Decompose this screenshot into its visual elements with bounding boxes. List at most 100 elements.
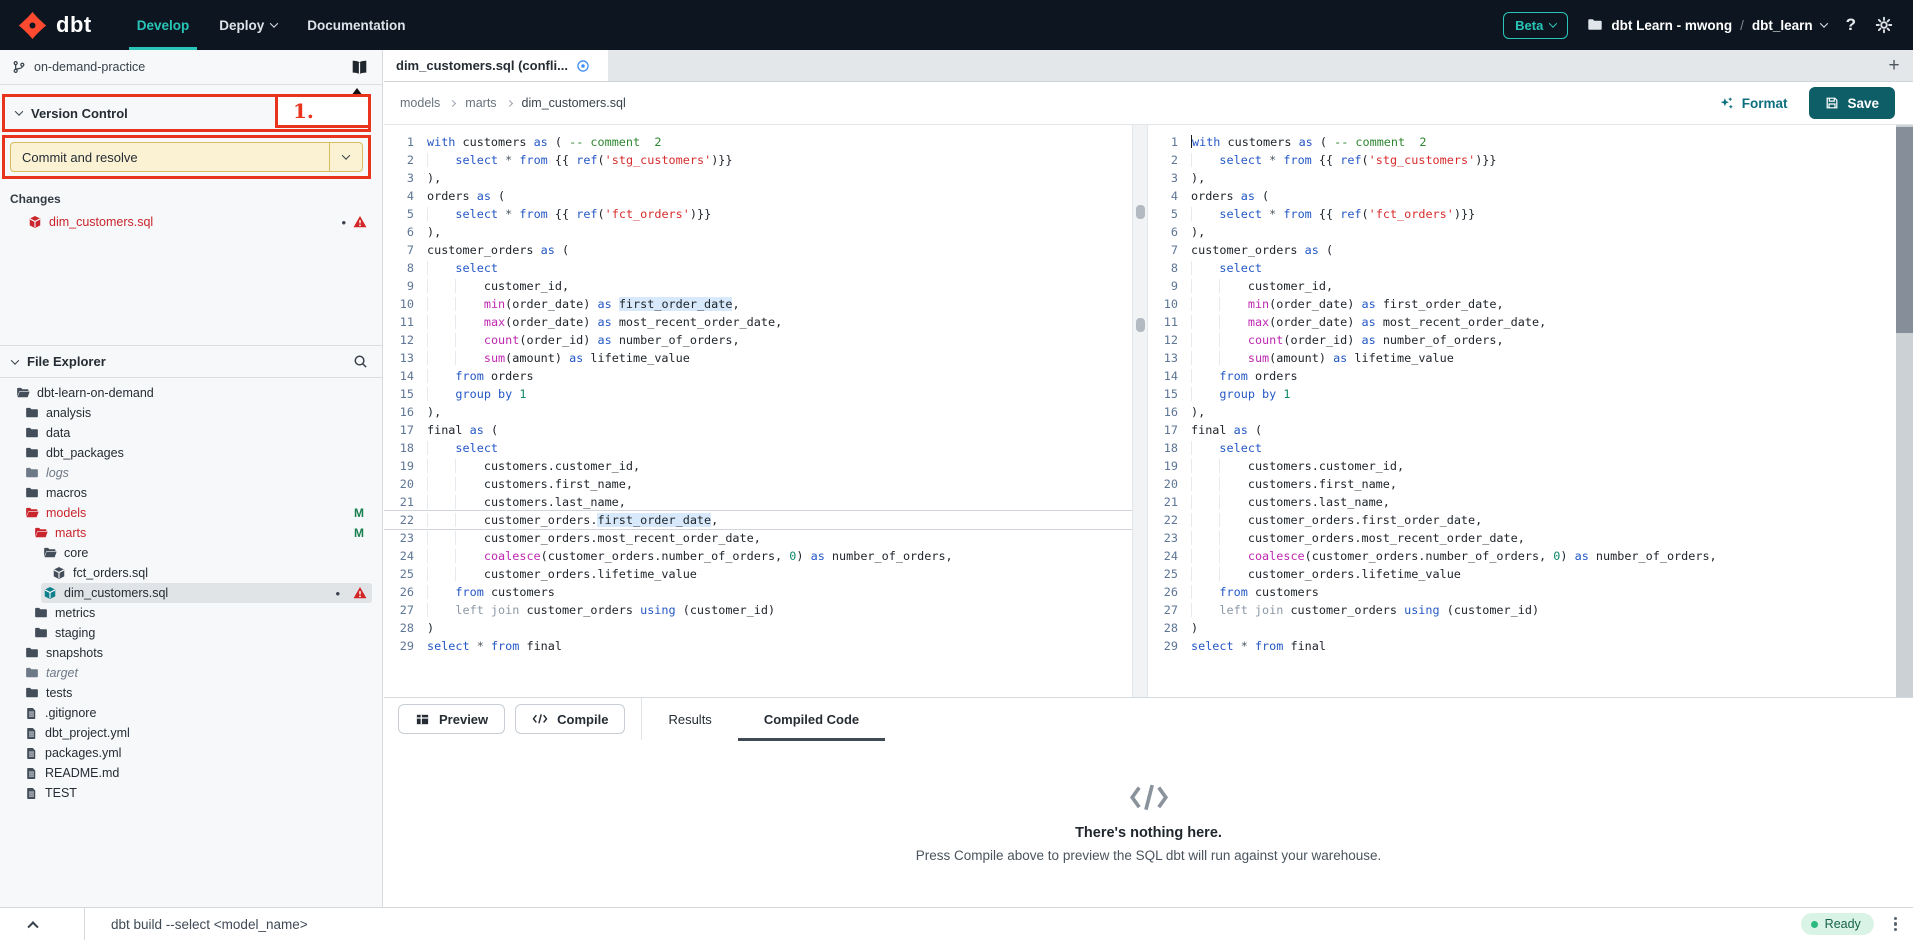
code-line[interactable]: 22 customer_orders.first_order_date, <box>384 511 1132 529</box>
code-line[interactable]: 10 min(order_date) as first_order_date, <box>384 295 1132 313</box>
code-line[interactable]: 18 select <box>384 439 1132 457</box>
account-breadcrumb[interactable]: dbt Learn - mwong / dbt_learn <box>1587 17 1826 33</box>
code-line[interactable]: 2 select * from {{ ref('stg_customers')}… <box>384 151 1132 169</box>
editor-tab[interactable]: dim_customers.sql (confli... <box>384 50 608 81</box>
code-line[interactable]: 22 customer_orders.first_order_date, <box>1148 511 1896 529</box>
code-line[interactable]: 13 sum(amount) as lifetime_value <box>1148 349 1896 367</box>
tree-item-data[interactable]: data <box>0 423 382 443</box>
code-line[interactable]: 24 coalesce(customer_orders.number_of_or… <box>1148 547 1896 565</box>
tab-compiled-code[interactable]: Compiled Code <box>738 698 885 741</box>
tree-item-macros[interactable]: macros <box>0 483 382 503</box>
code-line[interactable]: 3), <box>384 169 1132 187</box>
tree-item-metrics[interactable]: metrics <box>0 603 382 623</box>
code-line[interactable]: 4orders as ( <box>384 187 1132 205</box>
code-line[interactable]: 16), <box>1148 403 1896 421</box>
code-line[interactable]: 25 customer_orders.lifetime_value <box>1148 565 1896 583</box>
code-line[interactable]: 20 customers.first_name, <box>384 475 1132 493</box>
tree-item-models[interactable]: modelsM <box>0 503 382 523</box>
tree-item--gitignore[interactable]: .gitignore <box>0 703 382 723</box>
code-line[interactable]: 5 select * from {{ ref('fct_orders')}} <box>384 205 1132 223</box>
code-line[interactable]: 11 max(order_date) as most_recent_order_… <box>1148 313 1896 331</box>
code-line[interactable]: 8 select <box>1148 259 1896 277</box>
code-line[interactable]: 26 from customers <box>1148 583 1896 601</box>
code-line[interactable]: 5 select * from {{ ref('fct_orders')}} <box>1148 205 1896 223</box>
tree-item-dim-customers-sql[interactable]: dim_customers.sql• <box>0 583 382 603</box>
book-icon[interactable] <box>351 59 368 76</box>
code-line[interactable]: 7customer_orders as ( <box>1148 241 1896 259</box>
code-line[interactable]: 21 customers.last_name, <box>1148 493 1896 511</box>
tree-item-dbt-packages[interactable]: dbt_packages <box>0 443 382 463</box>
code-line[interactable]: 1with customers as ( -- comment 2 <box>384 133 1132 151</box>
code-line[interactable]: 23 customer_orders.most_recent_order_dat… <box>1148 529 1896 547</box>
code-line[interactable]: 10 min(order_date) as first_order_date, <box>1148 295 1896 313</box>
tree-item-logs[interactable]: logs <box>0 463 382 483</box>
tree-item-dbt-learn-on-demand[interactable]: dbt-learn-on-demand <box>0 383 382 403</box>
dbt-logo[interactable]: dbt <box>18 11 92 40</box>
code-line[interactable]: 17final as ( <box>384 421 1132 439</box>
code-line[interactable]: 18 select <box>1148 439 1896 457</box>
format-button[interactable]: Format <box>1719 96 1788 111</box>
code-line[interactable]: 9 customer_id, <box>384 277 1132 295</box>
tree-item-test[interactable]: TEST <box>0 783 382 803</box>
code-line[interactable]: 9 customer_id, <box>1148 277 1896 295</box>
commit-options-caret[interactable] <box>329 143 362 171</box>
tree-item-staging[interactable]: staging <box>0 623 382 643</box>
tree-item-dbt-project-yml[interactable]: dbt_project.yml <box>0 723 382 743</box>
code-line[interactable]: 4orders as ( <box>1148 187 1896 205</box>
project-name[interactable]: dbt_learn <box>1752 18 1813 33</box>
code-line[interactable]: 3), <box>1148 169 1896 187</box>
code-line[interactable]: 14 from orders <box>384 367 1132 385</box>
help-icon[interactable]: ? <box>1846 15 1856 35</box>
code-line[interactable]: 21 customers.last_name, <box>384 493 1132 511</box>
tree-item-target[interactable]: target <box>0 663 382 683</box>
branch-name[interactable]: on-demand-practice <box>34 60 145 74</box>
tree-item-tests[interactable]: tests <box>0 683 382 703</box>
code-line[interactable]: 15 group by 1 <box>384 385 1132 403</box>
code-line[interactable]: 27 left join customer_orders using (cust… <box>1148 601 1896 619</box>
tree-item-readme-md[interactable]: README.md <box>0 763 382 783</box>
search-icon[interactable] <box>353 354 368 369</box>
code-line[interactable]: 12 count(order_id) as number_of_orders, <box>1148 331 1896 349</box>
code-line[interactable]: 26 from customers <box>384 583 1132 601</box>
code-line[interactable]: 7customer_orders as ( <box>384 241 1132 259</box>
tree-item-snapshots[interactable]: snapshots <box>0 643 382 663</box>
code-line[interactable]: 2 select * from {{ ref('stg_customers')}… <box>1148 151 1896 169</box>
tab-results[interactable]: Results <box>642 698 737 741</box>
code-line[interactable]: 19 customers.customer_id, <box>384 457 1132 475</box>
code-line[interactable]: 20 customers.first_name, <box>1148 475 1896 493</box>
code-line[interactable]: 23 customer_orders.most_recent_order_dat… <box>384 529 1132 547</box>
code-line[interactable]: 6), <box>1148 223 1896 241</box>
gear-icon[interactable] <box>1875 16 1893 34</box>
code-pane-left[interactable]: 1with customers as ( -- comment 22 selec… <box>384 125 1132 697</box>
chevron-down-icon[interactable] <box>11 356 19 364</box>
collapse-panel-button[interactable] <box>0 908 85 940</box>
code-line[interactable]: 24 coalesce(customer_orders.number_of_or… <box>384 547 1132 565</box>
tree-item-packages-yml[interactable]: packages.yml <box>0 743 382 763</box>
code-line[interactable]: 16), <box>384 403 1132 421</box>
code-pane-right[interactable]: 1with customers as ( -- comment 22 selec… <box>1148 125 1896 697</box>
command-input[interactable] <box>85 917 1801 932</box>
preview-button[interactable]: Preview <box>398 704 505 734</box>
scrollbar-thumb[interactable] <box>1136 205 1145 219</box>
code-line[interactable]: 6), <box>384 223 1132 241</box>
code-line[interactable]: 29select * from final <box>1148 637 1896 655</box>
commit-and-resolve-button[interactable]: Commit and resolve <box>10 142 363 172</box>
kebab-menu-icon[interactable] <box>1891 914 1900 935</box>
code-line[interactable]: 17final as ( <box>1148 421 1896 439</box>
code-line[interactable]: 1with customers as ( -- comment 2 <box>1148 133 1896 151</box>
code-line[interactable]: 13 sum(amount) as lifetime_value <box>384 349 1132 367</box>
scrollbar-thumb[interactable] <box>1896 127 1913 333</box>
nav-tab-documentation[interactable]: Documentation <box>292 0 420 50</box>
middle-scrollbar[interactable] <box>1132 125 1148 697</box>
code-line[interactable]: 19 customers.customer_id, <box>1148 457 1896 475</box>
code-line[interactable]: 25 customer_orders.lifetime_value <box>384 565 1132 583</box>
save-button[interactable]: Save <box>1809 87 1895 119</box>
compile-button[interactable]: Compile <box>515 704 625 734</box>
code-line[interactable]: 14 from orders <box>1148 367 1896 385</box>
code-line[interactable]: 27 left join customer_orders using (cust… <box>384 601 1132 619</box>
beta-dropdown[interactable]: Beta <box>1503 12 1568 39</box>
code-line[interactable]: 11 max(order_date) as most_recent_order_… <box>384 313 1132 331</box>
new-tab-plus-icon[interactable]: + <box>1875 50 1913 81</box>
changed-file-row[interactable]: dim_customers.sql • <box>0 211 382 233</box>
code-line[interactable]: 12 count(order_id) as number_of_orders, <box>384 331 1132 349</box>
